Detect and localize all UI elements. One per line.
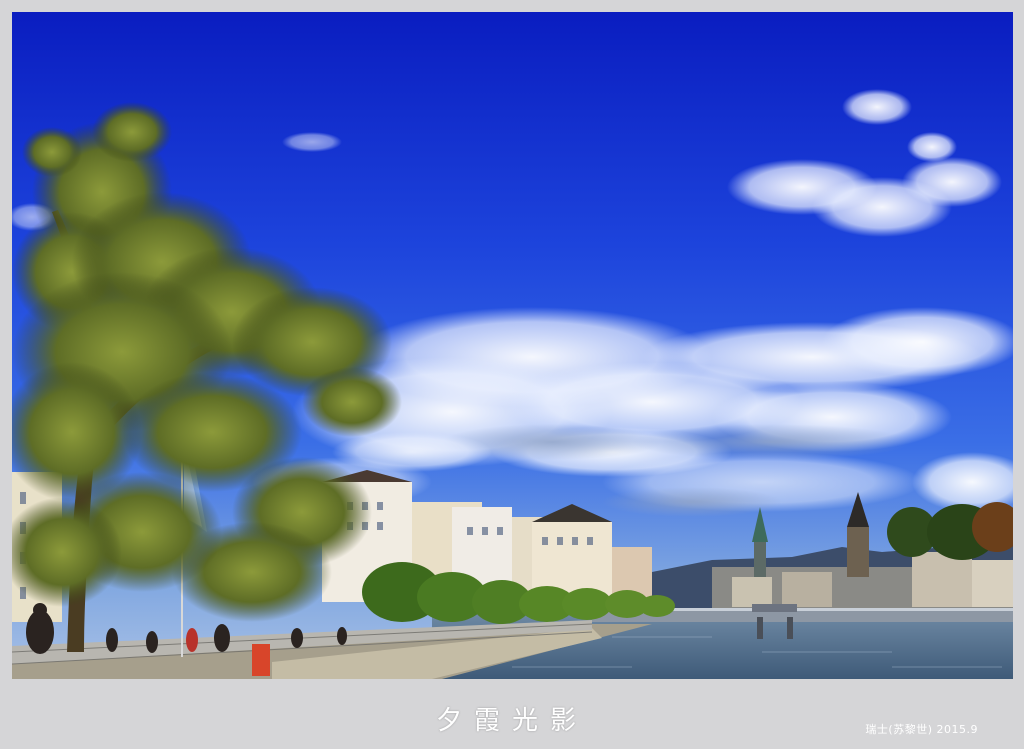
landscape-photo bbox=[12, 12, 1013, 679]
riverside-cityscape-image bbox=[12, 12, 1013, 679]
photo-frame: 夕霞光影 瑞士(苏黎世) 2015.9 bbox=[0, 0, 1024, 749]
photo-credit: 瑞士(苏黎世) 2015.9 bbox=[865, 723, 978, 736]
